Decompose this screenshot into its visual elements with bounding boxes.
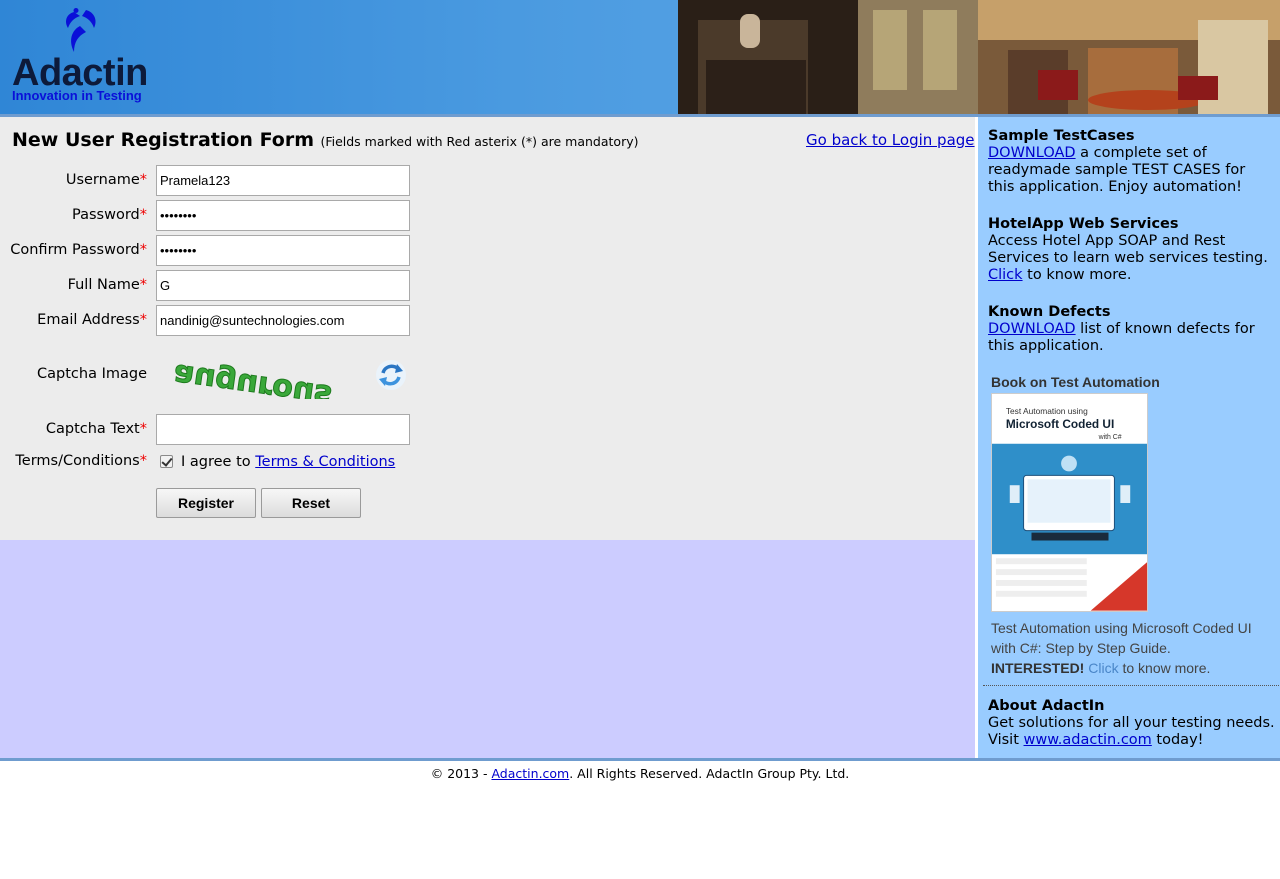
book-cover-line3: with C# (1098, 434, 1122, 441)
captcha-text-label-text: Captcha Text (45, 421, 140, 437)
password-label: Password* (0, 207, 147, 223)
web-services-text: Access Hotel App SOAP and Rest Services … (988, 233, 1276, 284)
logo-swirl-icon (66, 8, 96, 52)
footer-rights: . All Rights Reserved. AdactIn Group Pty… (569, 766, 850, 781)
username-input[interactable] (156, 165, 410, 196)
right-sidebar: Sample TestCases DOWNLOAD a complete set… (975, 117, 1280, 758)
username-label: Username* (0, 172, 147, 188)
sample-testcases-text: DOWNLOAD a complete set of readymade sam… (988, 145, 1276, 196)
captcha-text-label: Captcha Text* (0, 421, 147, 437)
web-services-title: HotelApp Web Services (988, 216, 1179, 232)
known-defects-text: DOWNLOAD list of known defects for this … (988, 321, 1276, 355)
sample-testcases-section: Sample TestCases DOWNLOAD a complete set… (988, 128, 1276, 196)
email-input[interactable] (156, 305, 410, 336)
sample-testcases-title: Sample TestCases (988, 128, 1135, 144)
web-services-click-link[interactable]: Click (988, 267, 1023, 283)
confirm-password-label: Confirm Password* (0, 242, 147, 258)
terms-checkbox[interactable] (160, 455, 173, 468)
password-label-text: Password (72, 207, 140, 223)
web-services-section: HotelApp Web Services Access Hotel App S… (988, 216, 1276, 284)
required-mark: * (139, 421, 147, 437)
required-mark: * (139, 277, 147, 293)
email-label: Email Address* (0, 312, 147, 328)
main-lower-panel (0, 540, 975, 758)
terms-label-text: Terms/Conditions (15, 453, 140, 469)
web-services-after: to know more. (1022, 267, 1132, 283)
book-after-text: to know more. (1118, 660, 1211, 676)
full-name-input[interactable] (156, 270, 410, 301)
username-label-text: Username (65, 172, 140, 188)
agree-label: I agree to (181, 454, 256, 470)
confirm-password-label-text: Confirm Password (10, 242, 140, 258)
download-testcases-link[interactable]: DOWNLOAD (988, 145, 1076, 161)
known-defects-section: Known Defects DOWNLOAD list of known def… (988, 304, 1276, 355)
about-after: today! (1151, 732, 1204, 748)
required-mark: * (139, 453, 147, 469)
book-cover-line2: Microsoft Coded UI (1006, 417, 1114, 431)
email-label-text: Email Address (37, 312, 140, 328)
required-mark: * (139, 312, 147, 328)
required-mark: * (139, 242, 147, 258)
footer: © 2013 - Adactin.com. All Rights Reserve… (0, 766, 1280, 781)
captcha-image-label-text: Captcha Image (37, 366, 147, 382)
terms-agree-text: I agree to Terms & Conditions (181, 454, 395, 470)
captcha-text-input[interactable] (156, 414, 410, 445)
confirm-password-input[interactable] (156, 235, 410, 266)
page-title: New User Registration Form (12, 129, 314, 151)
web-services-desc: Access Hotel App SOAP and Rest Services … (988, 233, 1268, 266)
footer-copyright: © 2013 - (430, 766, 492, 781)
full-name-label: Full Name* (0, 277, 147, 293)
book-cover-line1: Test Automation using (1006, 406, 1088, 416)
logo-tagline: Innovation in Testing (12, 88, 142, 103)
download-defects-link[interactable]: DOWNLOAD (988, 321, 1076, 337)
password-input[interactable] (156, 200, 410, 231)
reset-button[interactable]: Reset (261, 488, 361, 518)
about-title: About AdactIn (988, 698, 1105, 714)
hotel-lobby-image (678, 0, 1280, 114)
refresh-captcha-icon[interactable] (375, 359, 407, 391)
terms-label: Terms/Conditions* (0, 453, 147, 469)
header-banner: Adactin Innovation in Testing (0, 0, 1280, 114)
registration-form-panel: New User Registration Form (Fields marke… (0, 117, 975, 540)
about-section: About AdactIn Get solutions for all your… (988, 698, 1276, 749)
book-cover-image[interactable]: Test Automation using Microsoft Coded UI… (991, 393, 1148, 612)
captcha-image: augurous (171, 359, 334, 399)
register-button[interactable]: Register (156, 488, 256, 518)
form-heading: New User Registration Form (Fields marke… (12, 129, 638, 151)
mandatory-note: (Fields marked with Red asterix (*) are … (320, 134, 639, 149)
about-text: Get solutions for all your testing needs… (988, 715, 1276, 749)
required-mark: * (139, 207, 147, 223)
book-click-link[interactable]: Click (1088, 660, 1118, 676)
footer-adactin-link[interactable]: Adactin.com (491, 766, 569, 781)
captcha-image-label: Captcha Image (0, 366, 147, 382)
adactin-logo: Adactin Innovation in Testing (10, 8, 160, 106)
full-name-label-text: Full Name (67, 277, 140, 293)
footer-divider (0, 758, 1280, 761)
adactin-website-link[interactable]: www.adactin.com (1024, 732, 1152, 748)
book-interested-label: INTERESTED! (991, 660, 1085, 676)
book-desc-text: Test Automation using Microsoft Coded UI… (991, 620, 1252, 656)
sidebar-divider (983, 685, 1280, 686)
known-defects-title: Known Defects (988, 304, 1111, 320)
book-description: Test Automation using Microsoft Coded UI… (991, 618, 1276, 678)
book-heading: Book on Test Automation (991, 374, 1160, 390)
terms-conditions-link[interactable]: Terms & Conditions (255, 454, 395, 470)
required-mark: * (139, 172, 147, 188)
captcha-word: augurous (172, 359, 334, 399)
back-to-login-link[interactable]: Go back to Login page (806, 131, 975, 149)
